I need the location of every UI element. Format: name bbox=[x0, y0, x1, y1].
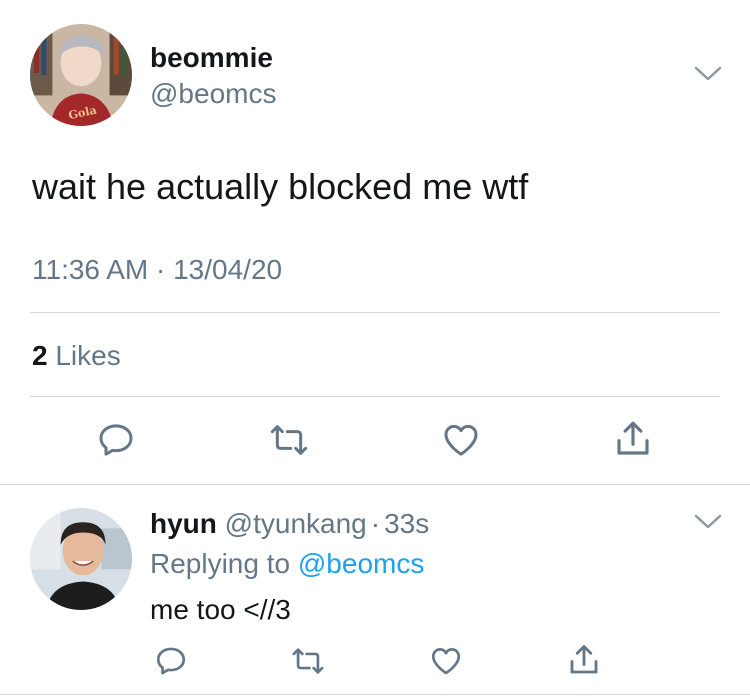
reply-author-handle[interactable]: @tyunkang bbox=[225, 508, 367, 539]
tweet-text: wait he actually blocked me wtf bbox=[32, 166, 529, 207]
like-icon[interactable] bbox=[440, 420, 482, 460]
replying-to: Replying to @beomcs bbox=[150, 548, 424, 580]
reply-text: me too <//3 bbox=[150, 594, 291, 625]
divider bbox=[30, 396, 720, 397]
profile-photo-icon bbox=[30, 508, 132, 610]
reply-header: hyun @tyunkang · 33s bbox=[150, 508, 429, 540]
chevron-down-icon[interactable] bbox=[694, 66, 722, 82]
replying-to-label: Replying to bbox=[150, 548, 298, 579]
likes-count[interactable]: 2 Likes bbox=[32, 340, 121, 372]
replying-to-mention[interactable]: @beomcs bbox=[298, 548, 424, 579]
profile-photo-icon: Gola bbox=[30, 24, 132, 126]
likes-number: 2 bbox=[32, 340, 48, 371]
separator-dot: · bbox=[370, 508, 381, 539]
share-icon[interactable] bbox=[566, 642, 602, 678]
tweet-timestamp[interactable]: 11:36 AM · 13/04/20 bbox=[32, 254, 282, 286]
likes-label: Likes bbox=[55, 340, 121, 371]
share-icon[interactable] bbox=[612, 418, 654, 460]
divider bbox=[0, 694, 750, 695]
author-avatar[interactable]: Gola bbox=[30, 24, 132, 126]
divider bbox=[30, 312, 720, 313]
reply-icon[interactable] bbox=[154, 644, 188, 678]
chevron-down-icon[interactable] bbox=[694, 514, 722, 530]
author-display-name[interactable]: beommie bbox=[150, 42, 273, 74]
reply-icon[interactable] bbox=[96, 420, 136, 460]
reply-time[interactable]: 33s bbox=[384, 508, 429, 539]
like-icon[interactable] bbox=[428, 644, 464, 678]
divider bbox=[0, 484, 750, 485]
reply-author-display-name[interactable]: hyun bbox=[150, 508, 217, 539]
reply-author-avatar[interactable] bbox=[30, 508, 132, 610]
retweet-icon[interactable] bbox=[290, 644, 326, 678]
author-handle[interactable]: @beomcs bbox=[150, 78, 276, 110]
retweet-icon[interactable] bbox=[268, 420, 310, 460]
